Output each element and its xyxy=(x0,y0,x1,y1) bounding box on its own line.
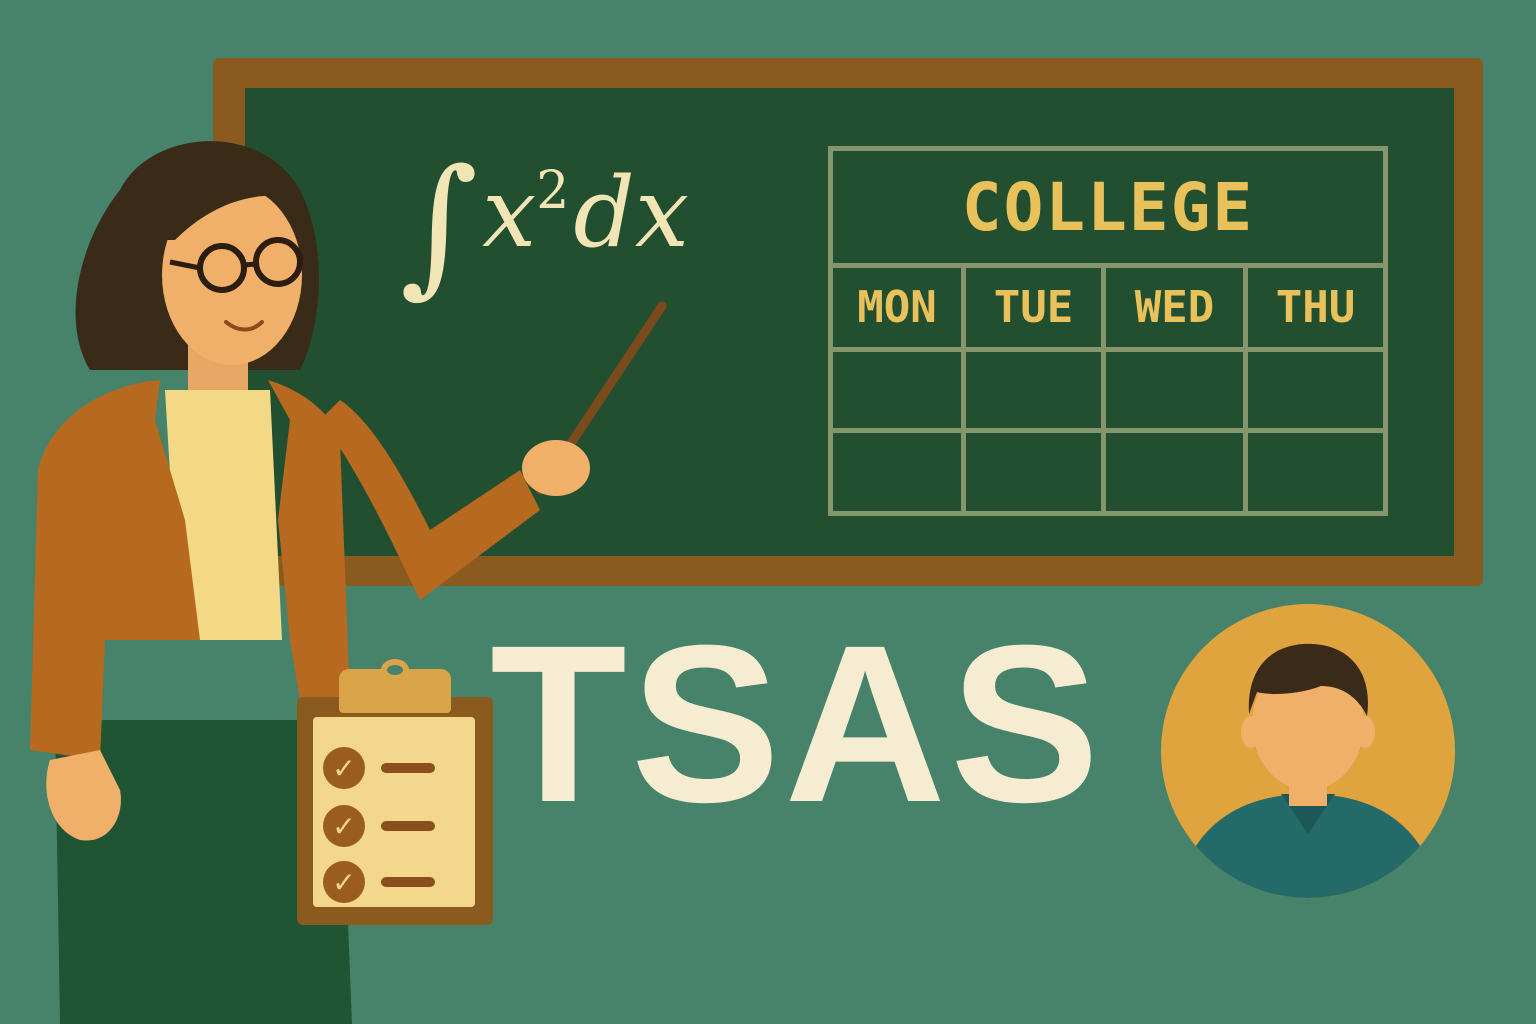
avatar-figure xyxy=(1191,643,1425,898)
checklist-line xyxy=(381,877,435,887)
checklist-line xyxy=(381,821,435,831)
scene: ∫x2dx COLLEGE MON TUE WED THU TSAS ✓ ✓ ✓ xyxy=(0,0,1536,1024)
user-avatar-icon xyxy=(1161,604,1455,898)
checklist-line xyxy=(381,763,435,773)
checklist-item: ✓ xyxy=(323,805,443,849)
checklist-item: ✓ xyxy=(323,861,443,905)
clipboard-clip xyxy=(339,659,451,713)
checkmark-icon: ✓ xyxy=(323,747,365,789)
teacher-hand xyxy=(522,440,590,496)
clipboard-checklist-icon: ✓ ✓ ✓ xyxy=(297,659,493,925)
checklist-item: ✓ xyxy=(323,747,443,791)
teacher-arm xyxy=(320,400,540,600)
brand-title: TSAS xyxy=(490,599,1104,849)
glasses-bridge xyxy=(243,261,257,268)
checkmark-icon: ✓ xyxy=(323,805,365,847)
checkmark-icon: ✓ xyxy=(323,861,365,903)
